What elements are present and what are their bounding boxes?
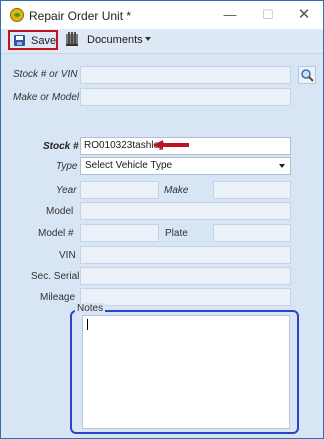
documents-label: Documents bbox=[87, 34, 143, 46]
save-label: Save bbox=[31, 35, 57, 47]
documents-icon bbox=[66, 32, 78, 46]
notes-legend: Notes bbox=[75, 303, 106, 314]
chevron-down-icon bbox=[145, 37, 151, 41]
magnifier-icon bbox=[301, 69, 314, 82]
chevron-down-icon bbox=[279, 164, 285, 168]
make-or-model-input[interactable] bbox=[80, 88, 291, 106]
model-input[interactable] bbox=[80, 202, 291, 220]
repair-order-unit-window: Repair Order Unit * — ☐ ✕ Save Documents… bbox=[0, 0, 324, 439]
model-number-label: Model # bbox=[38, 228, 74, 239]
make-or-model-label: Make or Model bbox=[13, 92, 80, 103]
vehicle-type-select[interactable]: Select Vehicle Type bbox=[80, 157, 291, 175]
model-number-input[interactable] bbox=[80, 224, 159, 242]
notes-textarea[interactable] bbox=[82, 315, 290, 429]
toolbar: Save Documents bbox=[1, 29, 323, 54]
stock-or-vin-label: Stock # or VIN bbox=[13, 69, 78, 80]
window-title: Repair Order Unit * bbox=[29, 9, 132, 23]
type-label: Type bbox=[56, 161, 78, 172]
mileage-label: Mileage bbox=[40, 292, 76, 303]
vin-label: VIN bbox=[59, 250, 76, 261]
title-bar: Repair Order Unit * — ☐ ✕ bbox=[1, 1, 323, 29]
stock-label: Stock # bbox=[43, 141, 79, 152]
year-input[interactable] bbox=[80, 181, 159, 199]
plate-label: Plate bbox=[165, 228, 188, 239]
year-label: Year bbox=[56, 185, 77, 196]
plate-input[interactable] bbox=[213, 224, 291, 242]
app-logo-icon bbox=[10, 8, 24, 22]
mileage-input[interactable] bbox=[80, 288, 291, 306]
vin-input[interactable] bbox=[80, 246, 291, 264]
red-arrow-icon bbox=[153, 140, 189, 150]
unit-form: Stock # or VIN Make or Model Stock # RO0… bbox=[1, 54, 323, 438]
search-button[interactable] bbox=[298, 66, 316, 84]
sec-serial-label: Sec. Serial bbox=[31, 271, 80, 282]
model-label: Model bbox=[46, 206, 74, 217]
vehicle-type-selected: Select Vehicle Type bbox=[85, 160, 173, 171]
save-button[interactable]: Save bbox=[8, 30, 58, 50]
minimize-button[interactable]: — bbox=[215, 5, 245, 25]
floppy-disk-icon bbox=[14, 35, 25, 46]
maximize-button[interactable]: ☐ bbox=[253, 5, 283, 25]
make-label: Make bbox=[164, 185, 189, 196]
sec-serial-input[interactable] bbox=[80, 267, 291, 285]
close-button[interactable]: ✕ bbox=[289, 5, 319, 25]
stock-or-vin-input[interactable] bbox=[80, 66, 291, 84]
make-input[interactable] bbox=[213, 181, 291, 199]
text-cursor bbox=[87, 319, 88, 330]
